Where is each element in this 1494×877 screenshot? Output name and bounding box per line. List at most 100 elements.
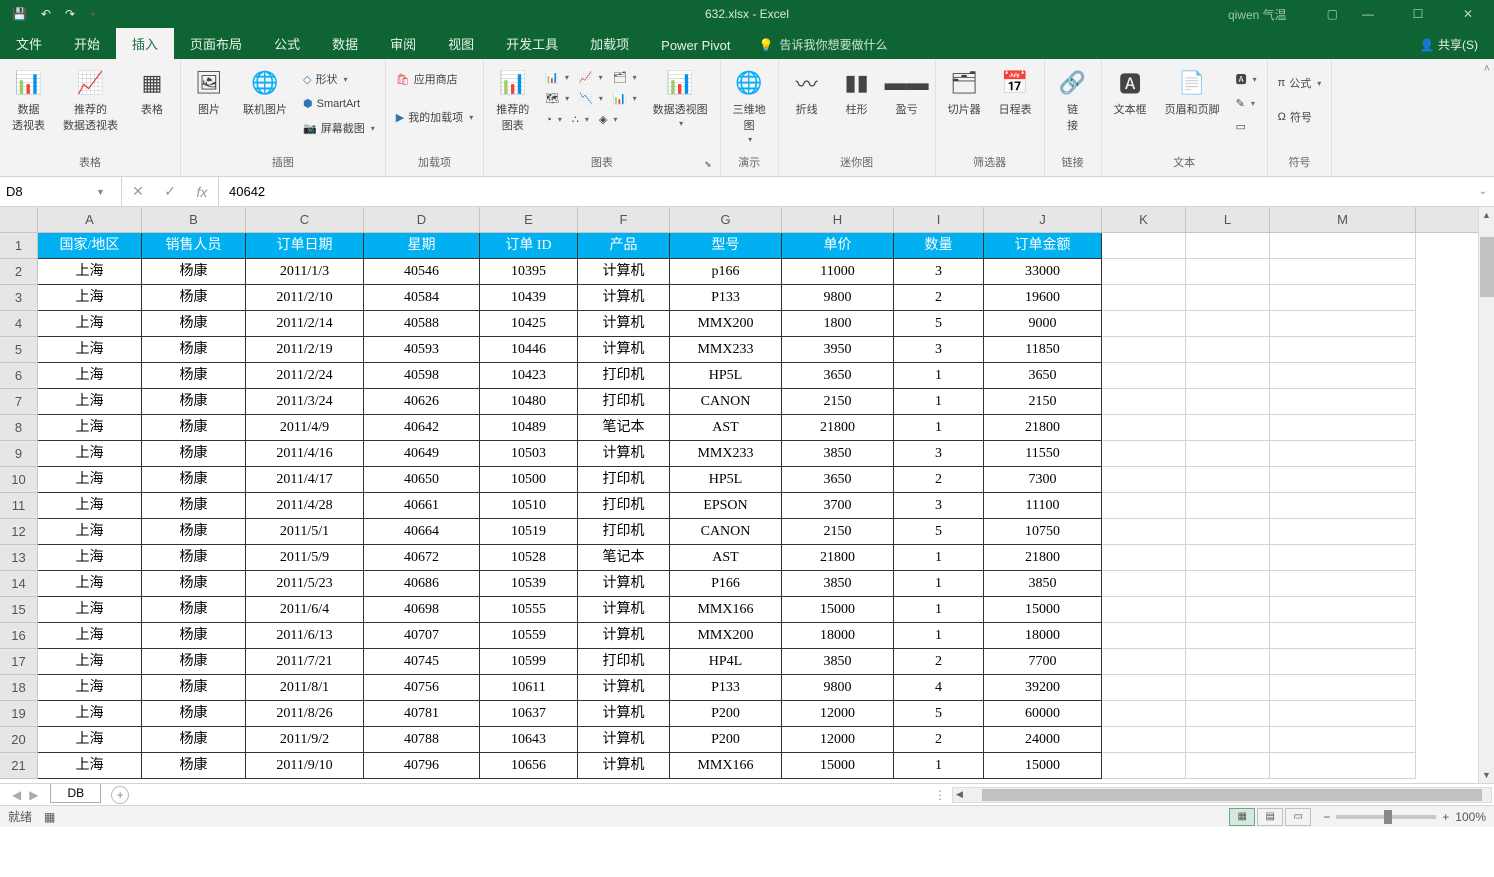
cell[interactable]: 2011/1/3 [246,259,364,285]
cell[interactable]: 上海 [38,701,142,727]
cell[interactable] [1102,623,1186,649]
cell[interactable]: 2150 [782,389,894,415]
shapes-button[interactable]: ◇形状▾ [301,69,377,89]
cell[interactable]: 2011/2/10 [246,285,364,311]
cell[interactable]: 15000 [984,597,1102,623]
tab-developer[interactable]: 开发工具 [490,28,574,59]
minimize-button[interactable]: — [1348,7,1388,21]
cell[interactable]: 上海 [38,597,142,623]
cell[interactable]: 杨康 [142,597,246,623]
cell[interactable]: 7700 [984,649,1102,675]
cell[interactable]: 杨康 [142,415,246,441]
cell[interactable]: 4 [894,675,984,701]
row-header-8[interactable]: 8 [0,415,37,441]
cell[interactable]: 1 [894,415,984,441]
cell[interactable]: 10555 [480,597,578,623]
cell[interactable]: 3650 [984,363,1102,389]
cell[interactable]: MMX233 [670,441,782,467]
tab-powerpivot[interactable]: Power Pivot [645,32,746,59]
tab-home[interactable]: 开始 [58,28,116,59]
cell[interactable]: MMX200 [670,623,782,649]
cell[interactable] [1102,493,1186,519]
cell[interactable]: 1 [894,389,984,415]
cell[interactable]: 杨康 [142,623,246,649]
line-chart-icon[interactable]: 📈▾ [577,69,605,86]
formula-input[interactable]: 40642 [219,177,1472,206]
cell[interactable]: 2 [894,649,984,675]
cell[interactable]: 21800 [984,545,1102,571]
cell[interactable] [1186,285,1270,311]
timeline-button[interactable]: 📅日程表 [995,65,1036,119]
cell[interactable]: 10539 [480,571,578,597]
cell[interactable]: 15000 [782,597,894,623]
cell[interactable]: 2011/2/14 [246,311,364,337]
col-header-L[interactable]: L [1186,207,1270,232]
cell[interactable]: 打印机 [578,649,670,675]
share-button[interactable]: 👤 共享(S) [1404,30,1494,59]
cancel-formula-icon[interactable]: ✕ [122,183,154,200]
tab-review[interactable]: 审阅 [374,28,432,59]
cell[interactable] [1270,389,1416,415]
object-icon[interactable]: ▭ [1234,118,1259,135]
pie-chart-icon[interactable]: ◔▾ [543,111,564,128]
cell[interactable]: 11100 [984,493,1102,519]
cell[interactable] [1186,337,1270,363]
cell[interactable] [1270,727,1416,753]
col-header-G[interactable]: G [670,207,782,232]
cell[interactable] [1270,363,1416,389]
cell[interactable]: 2011/6/13 [246,623,364,649]
online-picture-button[interactable]: 🌐联机图片 [239,65,291,119]
cell[interactable]: 10519 [480,519,578,545]
signature-icon[interactable]: ✎▾ [1234,95,1259,112]
cell[interactable]: 40546 [364,259,480,285]
close-button[interactable]: ✕ [1448,7,1488,21]
smartart-button[interactable]: ⬢SmartArt [301,95,377,112]
cell[interactable]: 2 [894,467,984,493]
sheet-next-icon[interactable]: ▶ [29,788,38,802]
cell[interactable]: 3 [894,259,984,285]
cell[interactable] [1102,311,1186,337]
tab-data[interactable]: 数据 [316,28,374,59]
cell[interactable]: 上海 [38,649,142,675]
cell[interactable]: 7300 [984,467,1102,493]
cell[interactable]: 上海 [38,389,142,415]
cell[interactable]: 9800 [782,675,894,701]
cell[interactable] [1186,675,1270,701]
zoom-slider[interactable] [1336,815,1436,819]
cell[interactable] [1102,675,1186,701]
cell[interactable]: 2011/5/23 [246,571,364,597]
cell[interactable]: 杨康 [142,727,246,753]
cell[interactable]: 21800 [782,415,894,441]
cell[interactable]: 40642 [364,415,480,441]
cell[interactable] [1270,259,1416,285]
cell[interactable]: 10423 [480,363,578,389]
cell[interactable]: 计算机 [578,727,670,753]
scroll-down-icon[interactable]: ▼ [1479,767,1494,783]
cell[interactable]: 19600 [984,285,1102,311]
sparkline-winloss-button[interactable]: ▬▬盈亏 [887,65,927,119]
cell[interactable]: 15000 [782,753,894,779]
name-box-dropdown-icon[interactable]: ▼ [96,187,105,197]
cell[interactable]: 10750 [984,519,1102,545]
cell[interactable]: 40756 [364,675,480,701]
cell[interactable]: 40626 [364,389,480,415]
cell[interactable]: 计算机 [578,285,670,311]
symbol-button[interactable]: Ω符号 [1276,107,1324,127]
row-header-5[interactable]: 5 [0,337,37,363]
cell[interactable]: 上海 [38,545,142,571]
pivot-chart-button[interactable]: 📊数据透视图▾ [649,65,712,130]
cell[interactable] [1102,467,1186,493]
cell[interactable]: 1 [894,571,984,597]
cell[interactable]: 计算机 [578,623,670,649]
cell[interactable] [1270,415,1416,441]
cell[interactable]: 3 [894,493,984,519]
cell[interactable] [1102,545,1186,571]
cell[interactable] [1186,259,1270,285]
cell[interactable] [1102,389,1186,415]
col-header-I[interactable]: I [894,207,984,232]
cell[interactable]: 10439 [480,285,578,311]
view-pagelayout-button[interactable]: ▤ [1257,808,1283,826]
cell[interactable] [1102,441,1186,467]
cell[interactable] [1270,493,1416,519]
cell[interactable]: 5 [894,311,984,337]
